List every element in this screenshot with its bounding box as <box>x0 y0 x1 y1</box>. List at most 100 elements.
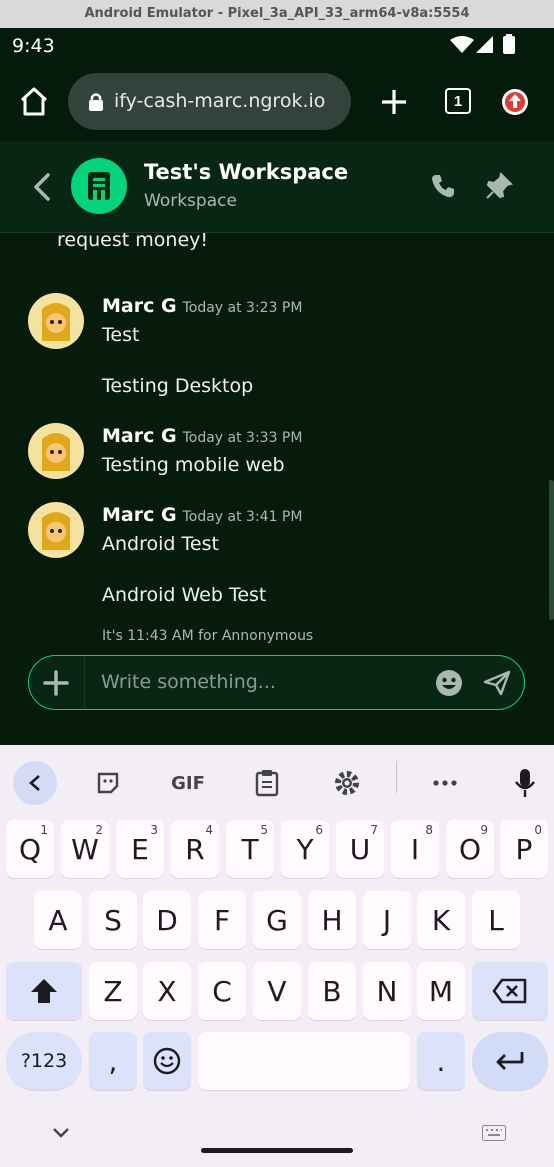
key-e[interactable]: E3 <box>116 820 164 878</box>
key-label: R <box>185 832 205 866</box>
shift-key[interactable] <box>6 962 82 1020</box>
key-label: W <box>71 832 99 866</box>
avatar-illustration-icon <box>29 294 83 348</box>
backspace-icon <box>492 978 527 1004</box>
key-label: E <box>131 832 149 866</box>
key-w[interactable]: W2 <box>61 820 109 878</box>
period-key[interactable]: . <box>417 1032 465 1090</box>
key-k[interactable]: K <box>417 891 465 949</box>
emoji-smile-icon <box>153 1047 181 1075</box>
key-f[interactable]: F <box>198 891 246 949</box>
local-time-note: It's 11:43 AM for Annonymous <box>102 628 314 644</box>
key-d[interactable]: D <box>143 891 191 949</box>
clipboard-button[interactable] <box>245 761 289 805</box>
key-label: Y <box>296 832 314 866</box>
workspace-title: Test's Workspace <box>144 160 349 184</box>
status-time: 9:43 <box>12 35 55 57</box>
backspace-key[interactable] <box>472 962 548 1020</box>
sticker-button[interactable] <box>86 761 130 805</box>
soft-keyboard: GIF Q1 W2 E3 R4 T5 Y6 U7 I8 O9 P0 A S D … <box>0 745 554 1167</box>
user-avatar[interactable] <box>28 502 84 558</box>
cellular-signal-icon <box>476 36 493 53</box>
key-t[interactable]: T5 <box>226 820 274 878</box>
avatar-illustration-icon <box>29 503 83 557</box>
key-y[interactable]: Y6 <box>281 820 329 878</box>
key-x[interactable]: X <box>143 962 191 1020</box>
keyboard-collapse-button[interactable] <box>13 761 57 805</box>
home-icon[interactable] <box>18 86 50 118</box>
enter-key[interactable] <box>472 1032 548 1090</box>
tab-switcher-button[interactable]: 1 <box>445 88 471 114</box>
wifi-icon <box>450 36 474 53</box>
message-author: Marc G <box>102 425 177 447</box>
new-tab-icon[interactable] <box>380 88 408 116</box>
space-key[interactable] <box>198 1032 410 1090</box>
composer: Write something... <box>28 655 525 710</box>
voice-input-button[interactable] <box>503 761 547 805</box>
lock-icon <box>89 93 103 111</box>
message-text: Testing Desktop <box>102 375 254 397</box>
chevron-down-icon[interactable] <box>52 1127 70 1139</box>
add-attachment-icon[interactable] <box>43 670 69 696</box>
key-m[interactable]: M <box>417 962 465 1020</box>
key-g[interactable]: G <box>253 891 301 949</box>
key-v[interactable]: V <box>253 962 301 1020</box>
emoji-icon[interactable] <box>435 669 463 697</box>
partial-message-text: request money! <box>57 233 208 251</box>
browser-toolbar: ify-cash-marc.ngrok.io 1 <box>0 62 554 142</box>
user-avatar[interactable] <box>28 293 84 349</box>
comma-key[interactable]: , <box>89 1032 137 1090</box>
key-l[interactable]: L <box>472 891 520 949</box>
workspace-avatar[interactable] <box>71 158 127 214</box>
more-options-button[interactable] <box>423 761 467 805</box>
gear-icon <box>335 771 359 795</box>
key-j[interactable]: J <box>363 891 411 949</box>
chat-messages[interactable]: request money! Marc G Today at 3:23 PM Te… <box>0 233 554 648</box>
message-timestamp: Today at 3:33 PM <box>182 430 303 446</box>
key-r[interactable]: R4 <box>171 820 219 878</box>
gif-button[interactable]: GIF <box>166 761 210 805</box>
more-horizontal-icon <box>433 780 457 786</box>
message-text: Test <box>102 324 140 346</box>
key-number-hint: 9 <box>480 823 488 837</box>
keyboard-settings-button[interactable] <box>325 761 369 805</box>
key-u[interactable]: U7 <box>336 820 384 878</box>
gesture-handle[interactable] <box>201 1148 353 1153</box>
url-bar[interactable]: ify-cash-marc.ngrok.io <box>68 73 351 130</box>
update-icon[interactable] <box>501 88 529 116</box>
key-number-hint: 6 <box>315 823 323 837</box>
key-number-hint: 1 <box>40 823 48 837</box>
phone-icon[interactable] <box>430 173 456 199</box>
key-z[interactable]: Z <box>89 962 137 1020</box>
key-a[interactable]: A <box>34 891 82 949</box>
key-c[interactable]: C <box>198 962 246 1020</box>
shift-arrow-icon <box>31 979 57 1003</box>
key-number-hint: 3 <box>150 823 158 837</box>
key-i[interactable]: I8 <box>391 820 439 878</box>
key-p[interactable]: P0 <box>500 820 548 878</box>
message-author: Marc G <box>102 295 177 317</box>
key-s[interactable]: S <box>89 891 137 949</box>
message-input[interactable]: Write something... <box>101 671 276 693</box>
back-arrow-icon[interactable] <box>30 172 54 202</box>
keyboard-switch-icon[interactable] <box>482 1125 506 1141</box>
message-author: Marc G <box>102 504 177 526</box>
chat-scrollbar[interactable] <box>549 480 554 620</box>
key-label: Q <box>18 832 42 866</box>
message-header: Marc G Today at 3:41 PM <box>102 504 302 526</box>
message-text: Android Web Test <box>102 584 267 606</box>
user-avatar[interactable] <box>28 423 84 479</box>
chat-header: Test's Workspace Workspace <box>0 142 554 233</box>
enter-arrow-icon <box>496 1052 524 1070</box>
chevron-left-icon <box>29 775 40 791</box>
pin-icon[interactable] <box>485 172 513 200</box>
send-icon[interactable] <box>483 670 511 696</box>
symbols-key[interactable]: ?123 <box>6 1032 82 1090</box>
key-o[interactable]: O9 <box>446 820 494 878</box>
emoji-key[interactable] <box>143 1032 191 1090</box>
key-q[interactable]: Q1 <box>6 820 54 878</box>
key-b[interactable]: B <box>308 962 356 1020</box>
microphone-icon <box>515 769 535 797</box>
key-h[interactable]: H <box>308 891 356 949</box>
key-n[interactable]: N <box>363 962 411 1020</box>
